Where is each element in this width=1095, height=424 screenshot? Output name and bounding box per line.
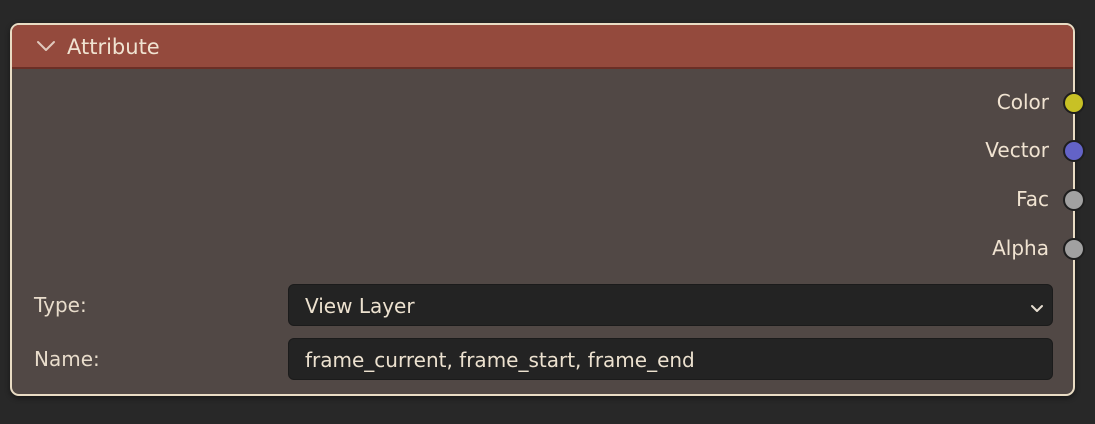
output-label-vector: Vector [985, 138, 1049, 162]
name-field[interactable]: frame_current, frame_start, frame_end [288, 338, 1053, 380]
type-dropdown[interactable]: View Layer [288, 284, 1053, 326]
output-fac: Fac [673, 184, 1085, 214]
output-label-alpha: Alpha [992, 236, 1049, 260]
chevron-down-icon [1030, 300, 1044, 312]
type-value: View Layer [305, 294, 415, 318]
node-header[interactable]: Attribute [12, 25, 1073, 69]
output-label-fac: Fac [1016, 187, 1049, 211]
type-label: Type: [34, 293, 87, 317]
output-vector: Vector [673, 135, 1085, 165]
type-property: Type: View Layer [12, 284, 1073, 328]
vector-socket[interactable] [1063, 140, 1085, 162]
name-value: frame_current, frame_start, frame_end [305, 348, 695, 372]
output-color: Color [673, 87, 1085, 117]
attribute-node[interactable]: Attribute Color Vector Fac Alpha Type: V… [10, 23, 1085, 396]
chevron-down-icon[interactable] [35, 38, 57, 54]
color-socket[interactable] [1063, 92, 1085, 114]
output-sockets: Color Vector Fac Alpha [673, 69, 1085, 269]
node-title: Attribute [67, 35, 160, 59]
name-property: Name: frame_current, frame_start, frame_… [12, 338, 1073, 382]
output-label-color: Color [996, 90, 1049, 114]
alpha-socket[interactable] [1063, 238, 1085, 260]
name-label: Name: [34, 347, 100, 371]
fac-socket[interactable] [1063, 189, 1085, 211]
output-alpha: Alpha [673, 233, 1085, 263]
